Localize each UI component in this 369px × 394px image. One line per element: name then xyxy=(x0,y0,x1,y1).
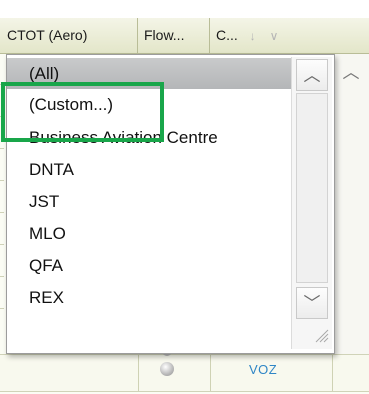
sort-down-arrow-icon[interactable]: ↓ xyxy=(250,19,256,53)
grid-scroll-up-icon[interactable]: ︿ xyxy=(336,57,366,89)
chevron-down-icon[interactable]: ﹀ xyxy=(296,287,328,319)
filter-option-jst[interactable]: JST xyxy=(7,186,292,217)
filter-option-label: JST xyxy=(29,192,60,211)
status-dot-icon xyxy=(160,362,174,376)
grid-row-gutter xyxy=(0,54,4,354)
filter-option-custom[interactable]: (Custom...) xyxy=(7,89,292,120)
dropdown-scroll-thumb[interactable] xyxy=(296,93,328,283)
column-header-c[interactable]: C... ↓ ∨ xyxy=(210,18,369,53)
filter-option-mlo[interactable]: MLO xyxy=(7,218,292,249)
filter-option-all[interactable]: (All) xyxy=(7,58,292,89)
column-header-ctot-label: CTOT (Aero) xyxy=(7,27,88,43)
filter-dropdown-chevron-icon[interactable]: ∨ xyxy=(270,19,279,53)
filter-option-label: MLO xyxy=(29,224,66,243)
grid-vertical-scrollbar[interactable] xyxy=(332,54,369,354)
filter-option-label: DNTA xyxy=(29,160,75,179)
resize-grip-icon[interactable] xyxy=(313,327,329,343)
filter-option-rex[interactable]: REX xyxy=(7,282,292,313)
filter-option-label: (Custom...) xyxy=(29,95,114,114)
filter-option-dnta[interactable]: DNTA xyxy=(7,154,292,185)
flow-code-cell[interactable]: VOZ xyxy=(249,362,277,377)
column-header-ctot[interactable]: CTOT (Aero) xyxy=(0,18,138,53)
dropdown-scrollbar[interactable]: ︿ ﹀ xyxy=(291,57,332,349)
grid-header: CTOT (Aero) Flow... C... ↓ ∨ xyxy=(0,18,369,54)
chevron-up-icon[interactable]: ︿ xyxy=(296,59,328,91)
filter-option-business-aviation-centre[interactable]: Business Aviation Centre xyxy=(7,122,292,153)
filter-dropdown-list[interactable]: (All) (Custom...) Business Aviation Cent… xyxy=(6,54,335,354)
filter-option-label: QFA xyxy=(29,256,64,275)
filter-option-label: (All) xyxy=(29,64,60,83)
filter-option-label: Business Aviation Centre xyxy=(29,128,218,147)
screen: CTOT (Aero) Flow... C... ↓ ∨ ︿ VOZ (All) xyxy=(0,0,369,394)
filter-option-qfa[interactable]: QFA xyxy=(7,250,292,281)
column-header-flow[interactable]: Flow... xyxy=(138,18,210,53)
table-row[interactable] xyxy=(0,354,369,392)
column-header-flow-label: Flow... xyxy=(144,27,185,43)
filter-option-label: REX xyxy=(29,288,64,307)
column-header-c-label: C... xyxy=(216,27,238,43)
